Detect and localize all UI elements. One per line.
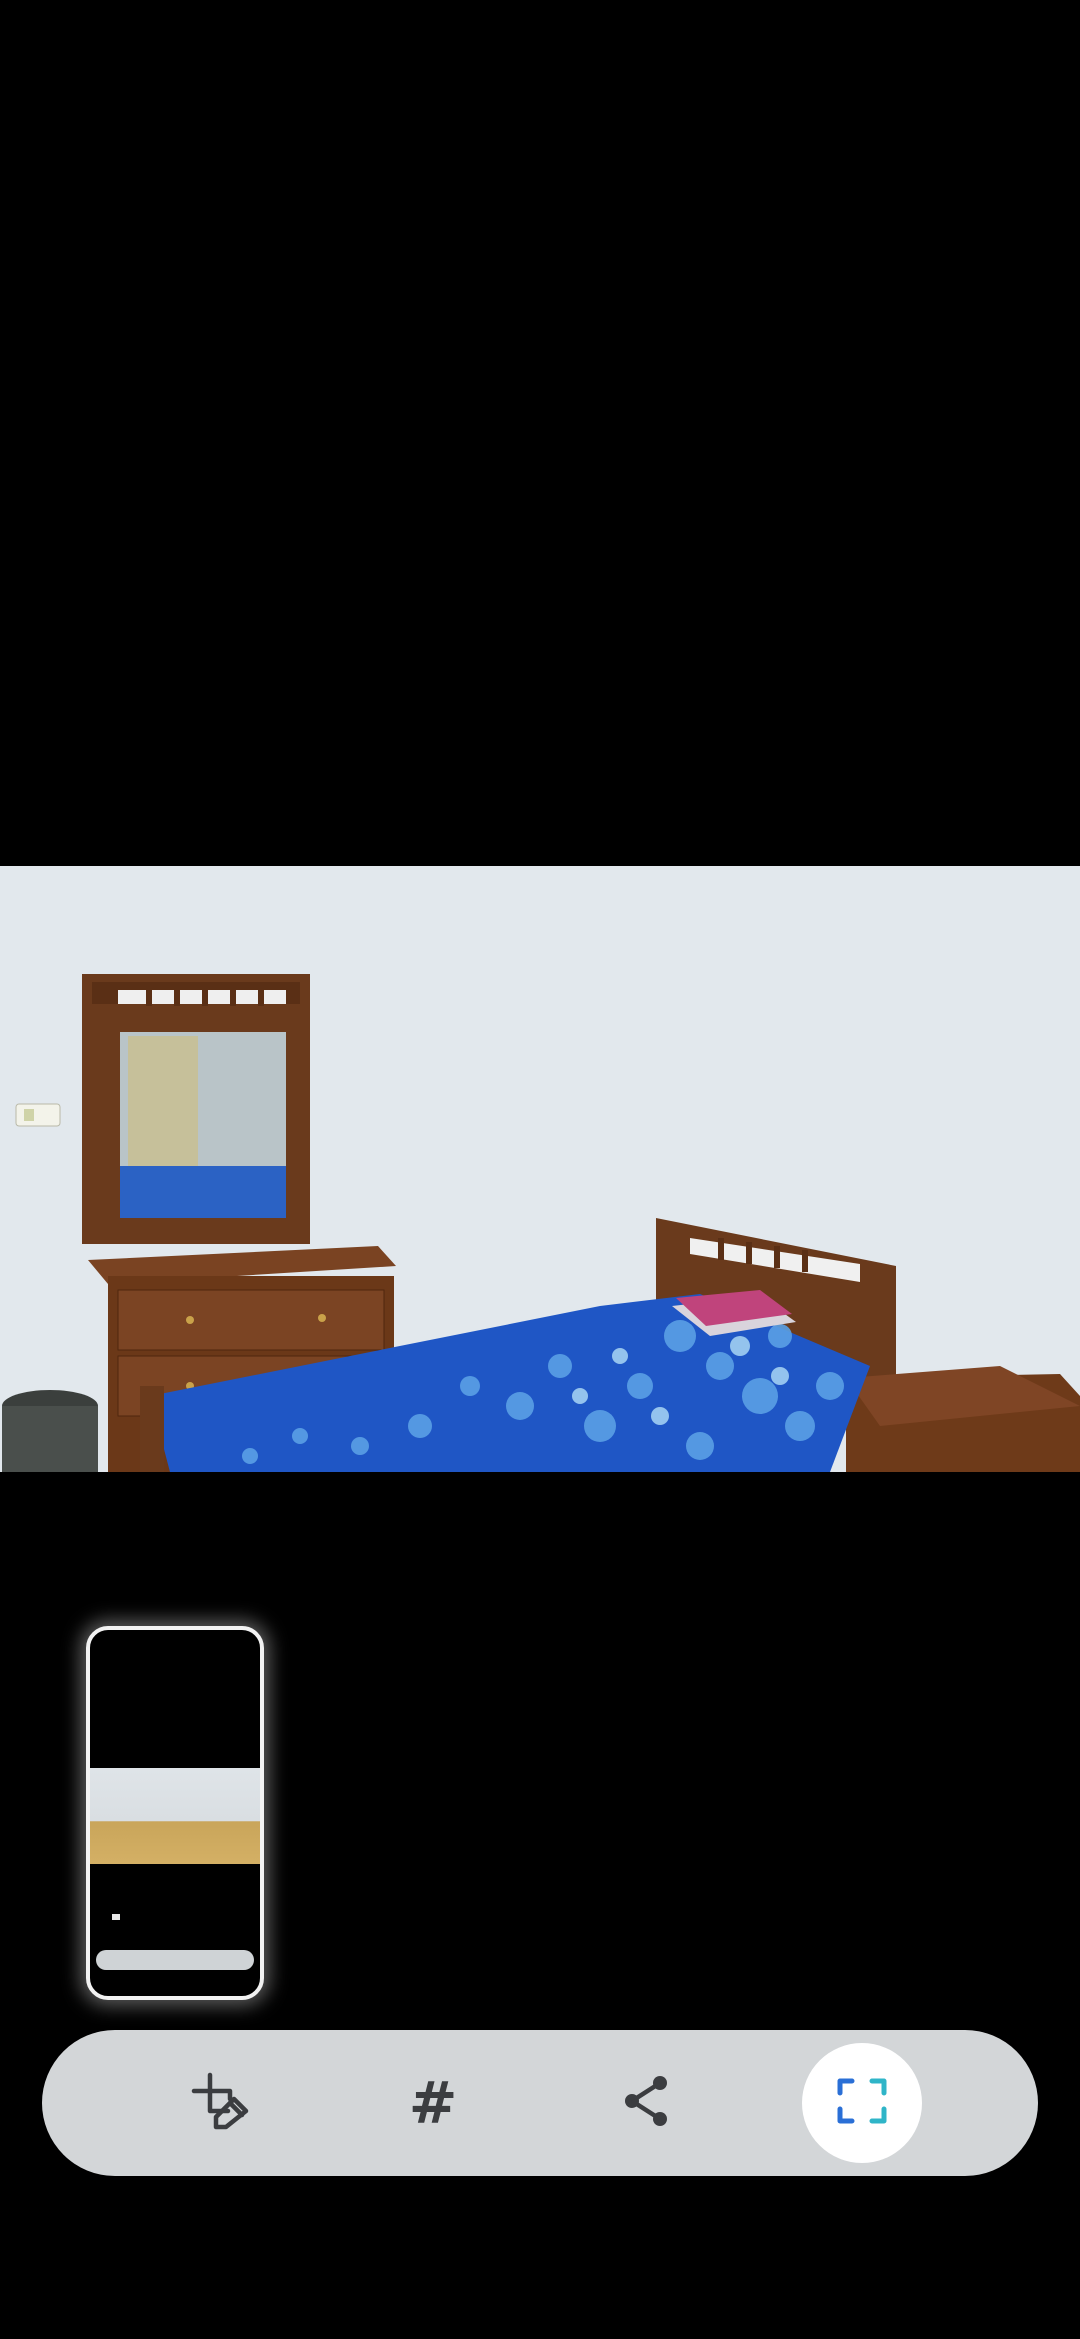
screenshot-toolbar: # bbox=[42, 2030, 1038, 2176]
thumbnail-photo bbox=[90, 1768, 260, 1864]
hashtag-icon: # bbox=[408, 2069, 458, 2137]
crop-edit-icon bbox=[188, 2069, 252, 2138]
share-button[interactable] bbox=[586, 2043, 706, 2163]
share-icon bbox=[618, 2073, 674, 2134]
screenshot-capture-screen: # bbox=[0, 0, 1080, 2339]
screenshot-preview-thumbnail[interactable] bbox=[86, 1626, 264, 2000]
thumbnail-toolbar bbox=[96, 1950, 254, 1970]
scroll-capture-icon bbox=[834, 2073, 890, 2134]
captured-photo bbox=[0, 866, 1080, 1472]
tag-button[interactable]: # bbox=[373, 2043, 493, 2163]
edit-button[interactable] bbox=[160, 2043, 280, 2163]
scroll-capture-button[interactable] bbox=[802, 2043, 922, 2163]
thumbnail-marker bbox=[112, 1914, 120, 1920]
